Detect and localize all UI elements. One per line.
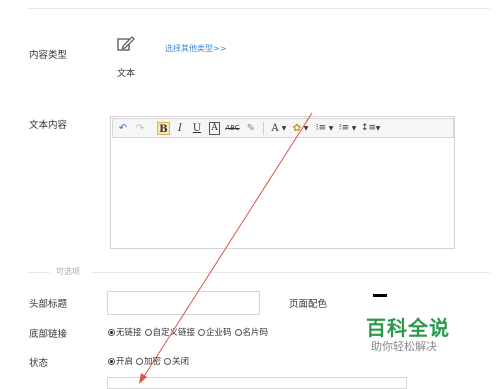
radio-icon[interactable] [144, 329, 152, 336]
toolbar-separator [263, 122, 264, 135]
radio-icon[interactable] [136, 358, 144, 365]
choose-other-type-link[interactable]: 选择其他类型>> [165, 43, 226, 54]
optional-divider-right [92, 272, 490, 273]
text-content-label: 文本内容 [29, 120, 68, 131]
header-title-label: 头部标题 [29, 299, 68, 310]
radio-icon[interactable] [164, 358, 172, 365]
footer-link-option[interactable]: 名片码 [234, 328, 272, 338]
editor-toolbar: ↶ ↷ B I U A ABC ✎ A ▼ ✿ ▼ ⁝≡ ▼ ⁝≡ ▼ ↕≡ ▼ [112, 118, 454, 138]
footer-link-option[interactable]: 无链接 [108, 328, 145, 338]
footer-link-label: 底部链接 [29, 329, 68, 340]
status-option[interactable]: 加密 [136, 357, 164, 367]
radio-icon[interactable] [108, 358, 115, 365]
bold-button[interactable]: B [157, 122, 170, 135]
edit-icon[interactable] [117, 36, 135, 52]
line-height-button[interactable]: ↕≡ [361, 122, 376, 135]
radio-icon[interactable] [108, 329, 115, 336]
redo-icon[interactable]: ↷ [134, 122, 146, 135]
optional-divider-label: 可选项 [56, 267, 80, 276]
watermark-title: 百科全说 [366, 316, 450, 340]
ordered-list-dropdown-icon[interactable]: ▼ [328, 122, 334, 135]
watermark-subtitle: 助你轻松解决 [371, 340, 437, 353]
highlight-color-button[interactable]: ✿ [291, 122, 303, 135]
page-color-swatch[interactable] [373, 294, 387, 297]
header-title-input[interactable] [107, 291, 260, 315]
optional-divider-left [28, 272, 50, 273]
italic-button[interactable]: I [174, 122, 186, 135]
underline-button[interactable]: U [191, 122, 203, 135]
ordered-list-button[interactable]: ⁝≡ [314, 122, 328, 135]
undo-icon[interactable]: ↶ [117, 122, 129, 135]
eraser-icon[interactable]: ✎ [245, 122, 257, 135]
strikethrough-button[interactable]: ABC [224, 122, 241, 135]
status-options: 开启 加密 关闭 [108, 355, 192, 367]
bullet-list-dropdown-icon[interactable]: ▼ [351, 122, 357, 135]
footer-link-option[interactable]: 企业码 [198, 328, 235, 338]
radio-icon[interactable] [234, 329, 242, 336]
footer-link-options: 无链接 自定义链接 企业码 名片码 [108, 326, 271, 338]
radio-icon[interactable] [198, 329, 206, 336]
font-color-button[interactable]: A [269, 122, 281, 135]
top-divider [28, 8, 490, 9]
bullet-list-button[interactable]: ⁝≡ [337, 122, 351, 135]
font-color-dropdown-icon[interactable]: ▼ [281, 122, 287, 135]
footer-link-option[interactable]: 自定义链接 [144, 328, 199, 338]
content-type-label: 内容类型 [29, 50, 68, 61]
content-type-caption: 文本 [117, 69, 136, 79]
font-border-button[interactable]: A [209, 122, 220, 135]
line-height-dropdown-icon[interactable]: ▼ [375, 122, 381, 135]
highlight-dropdown-icon[interactable]: ▼ [303, 122, 309, 135]
status-option[interactable]: 关闭 [164, 357, 192, 367]
page-color-label: 页面配色 [289, 299, 328, 310]
status-option[interactable]: 开启 [108, 357, 136, 367]
bottom-input[interactable] [107, 377, 407, 389]
status-label: 状态 [29, 358, 49, 369]
